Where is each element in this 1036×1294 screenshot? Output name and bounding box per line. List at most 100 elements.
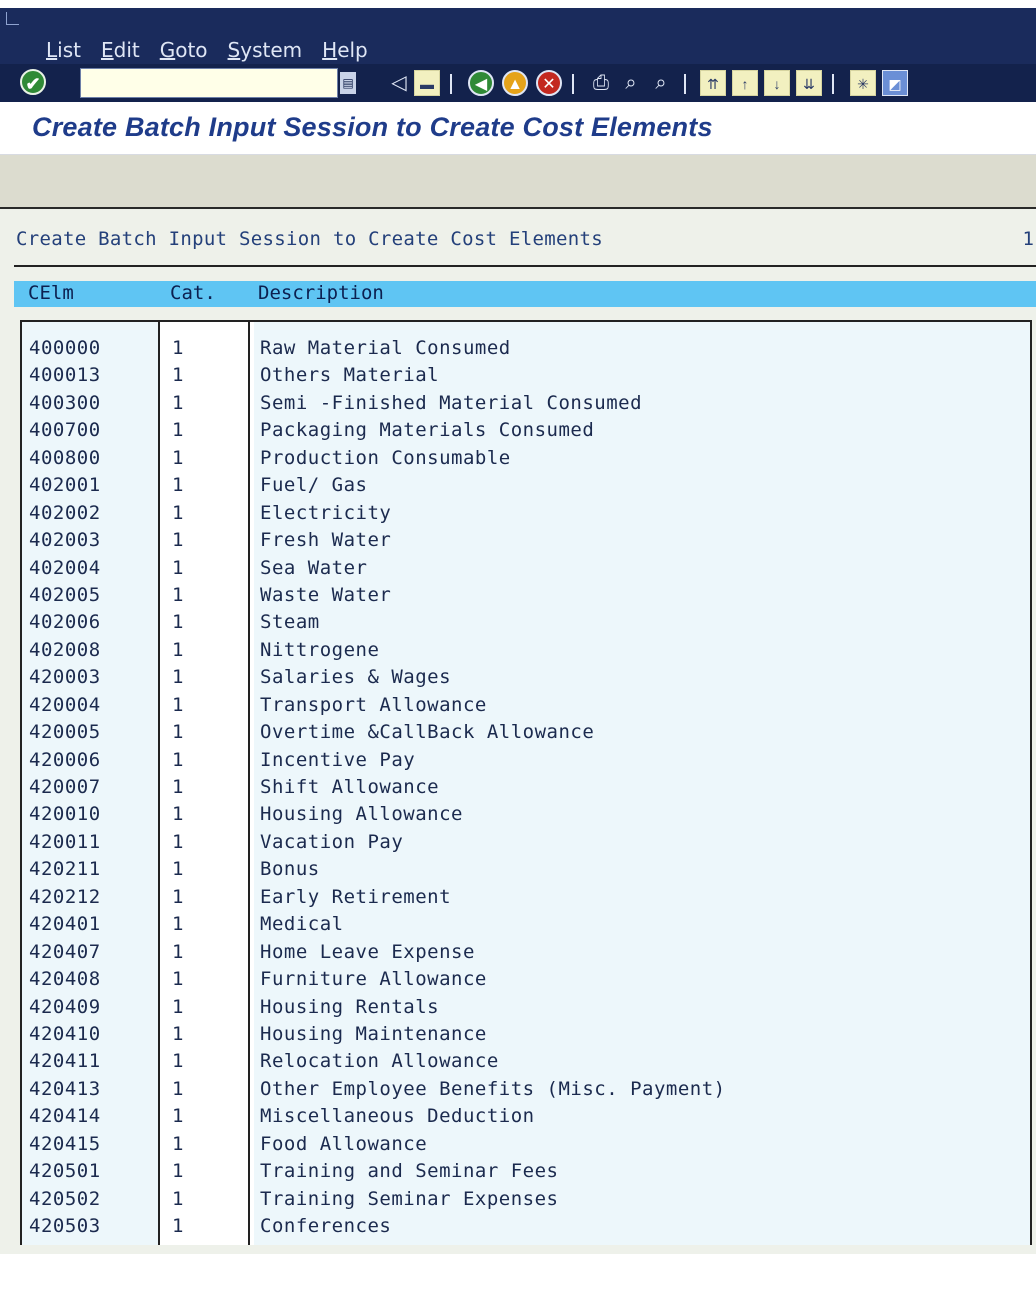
cell-cost-element[interactable]: 420501 [29,1160,101,1182]
cell-description[interactable]: Others Material [260,364,439,386]
cell-category[interactable]: 1 [172,1023,184,1045]
cell-description[interactable]: Miscellaneous Deduction [260,1105,535,1127]
cell-cost-element[interactable]: 420503 [29,1215,101,1237]
cell-category[interactable]: 1 [172,557,184,579]
table-row[interactable]: 420407 1 Home Leave Expense [22,940,1030,967]
table-row[interactable]: 420503 1 Conferences [22,1214,1030,1241]
cell-cost-element[interactable]: 402002 [29,502,101,524]
collapse-icon[interactable]: ◁ [386,70,412,96]
cell-category[interactable]: 1 [172,1105,184,1127]
cell-cost-element[interactable]: 420410 [29,1023,101,1045]
cell-cost-element[interactable]: 402003 [29,529,101,551]
table-row[interactable]: 420005 1 Overtime &CallBack Allowance [22,720,1030,747]
cell-cost-element[interactable]: 420415 [29,1133,101,1155]
cell-description[interactable]: Electricity [260,502,391,524]
cell-category[interactable]: 1 [172,831,184,853]
cell-cost-element[interactable]: 402001 [29,474,101,496]
table-row[interactable]: 420413 1 Other Employee Benefits (Misc. Pa… [22,1077,1030,1104]
cancel-icon[interactable]: ✕ [536,70,562,96]
cell-description[interactable]: Bonus [260,858,320,880]
menu-list[interactable]: List [46,38,81,62]
menu-help[interactable]: Help [322,38,368,62]
table-row[interactable]: 420501 1 Training and Seminar Fees [22,1159,1030,1186]
cell-category[interactable]: 1 [172,474,184,496]
cell-description[interactable]: Raw Material Consumed [260,337,511,359]
cell-cost-element[interactable]: 420413 [29,1078,101,1100]
table-row[interactable]: 420006 1 Incentive Pay [22,748,1030,775]
save-icon[interactable]: ▬ [414,70,440,96]
cell-category[interactable]: 1 [172,803,184,825]
cell-cost-element[interactable]: 420212 [29,886,101,908]
cell-category[interactable]: 1 [172,611,184,633]
cell-category[interactable]: 1 [172,913,184,935]
table-row[interactable]: 400300 1 Semi -Finished Material Consumed [22,391,1030,418]
table-row[interactable]: 420003 1 Salaries & Wages [22,665,1030,692]
cell-description[interactable]: Conferences [260,1215,391,1237]
cell-category[interactable]: 1 [172,529,184,551]
cell-description[interactable]: Production Consumable [260,447,511,469]
table-row[interactable]: 402001 1 Fuel/ Gas [22,473,1030,500]
cell-category[interactable]: 1 [172,886,184,908]
menu-goto[interactable]: Goto [160,38,208,62]
cell-description[interactable]: Training Seminar Expenses [260,1188,558,1210]
cell-category[interactable]: 1 [172,941,184,963]
cell-description[interactable]: Fresh Water [260,529,391,551]
table-row[interactable]: 402004 1 Sea Water [22,556,1030,583]
enter-icon[interactable]: ✔ [20,69,46,95]
cell-description[interactable]: Vacation Pay [260,831,403,853]
cell-description[interactable]: Waste Water [260,584,391,606]
cell-description[interactable]: Overtime &CallBack Allowance [260,721,594,743]
back-icon[interactable]: ◀ [468,70,494,96]
table-row[interactable]: 420011 1 Vacation Pay [22,830,1030,857]
cell-description[interactable]: Housing Rentals [260,996,439,1018]
cell-category[interactable]: 1 [172,1215,184,1237]
exit-icon[interactable]: ▲ [502,70,528,96]
menu-edit[interactable]: Edit [101,38,140,62]
cell-category[interactable]: 1 [172,392,184,414]
cell-cost-element[interactable]: 402005 [29,584,101,606]
cell-category[interactable]: 1 [172,749,184,771]
cell-description[interactable]: Semi -Finished Material Consumed [260,392,642,414]
cell-cost-element[interactable]: 400013 [29,364,101,386]
cell-cost-element[interactable]: 420409 [29,996,101,1018]
cell-description[interactable]: Fuel/ Gas [260,474,367,496]
cell-description[interactable]: Training and Seminar Fees [260,1160,558,1182]
cell-description[interactable]: Nittrogene [260,639,379,661]
table-row[interactable]: 420004 1 Transport Allowance [22,693,1030,720]
next-page-icon[interactable]: ↓ [764,70,790,96]
find-icon[interactable]: ⌕ [618,70,644,96]
cell-description[interactable]: Salaries & Wages [260,666,451,688]
cell-description[interactable]: Early Retirement [260,886,451,908]
cell-description[interactable]: Sea Water [260,557,367,579]
cell-category[interactable]: 1 [172,364,184,386]
table-row[interactable]: 420401 1 Medical [22,912,1030,939]
cell-description[interactable]: Shift Allowance [260,776,439,798]
table-row[interactable]: 402006 1 Steam [22,610,1030,637]
table-row[interactable]: 420408 1 Furniture Allowance [22,967,1030,994]
cell-cost-element[interactable]: 402008 [29,639,101,661]
table-row[interactable]: 400700 1 Packaging Materials Consumed [22,418,1030,445]
cell-description[interactable]: Incentive Pay [260,749,415,771]
cell-category[interactable]: 1 [172,447,184,469]
table-row[interactable]: 420211 1 Bonus [22,857,1030,884]
table-row[interactable]: 420411 1 Relocation Allowance [22,1049,1030,1076]
cell-cost-element[interactable]: 420006 [29,749,101,771]
cell-category[interactable]: 1 [172,337,184,359]
cell-category[interactable]: 1 [172,1188,184,1210]
table-row[interactable]: 420502 1 Training Seminar Expenses [22,1187,1030,1214]
cell-description[interactable]: Medical [260,913,344,935]
cell-cost-element[interactable]: 400000 [29,337,101,359]
cell-category[interactable]: 1 [172,502,184,524]
table-row[interactable]: 402002 1 Electricity [22,501,1030,528]
table-row[interactable]: 402008 1 Nittrogene [22,638,1030,665]
system-menu-icon[interactable] [6,12,19,25]
cell-category[interactable]: 1 [172,639,184,661]
cell-cost-element[interactable]: 420004 [29,694,101,716]
cell-description[interactable]: Food Allowance [260,1133,427,1155]
cell-cost-element[interactable]: 420010 [29,803,101,825]
cell-category[interactable]: 1 [172,694,184,716]
cell-description[interactable]: Housing Maintenance [260,1023,487,1045]
cell-cost-element[interactable]: 420007 [29,776,101,798]
cell-category[interactable]: 1 [172,1050,184,1072]
cell-category[interactable]: 1 [172,968,184,990]
